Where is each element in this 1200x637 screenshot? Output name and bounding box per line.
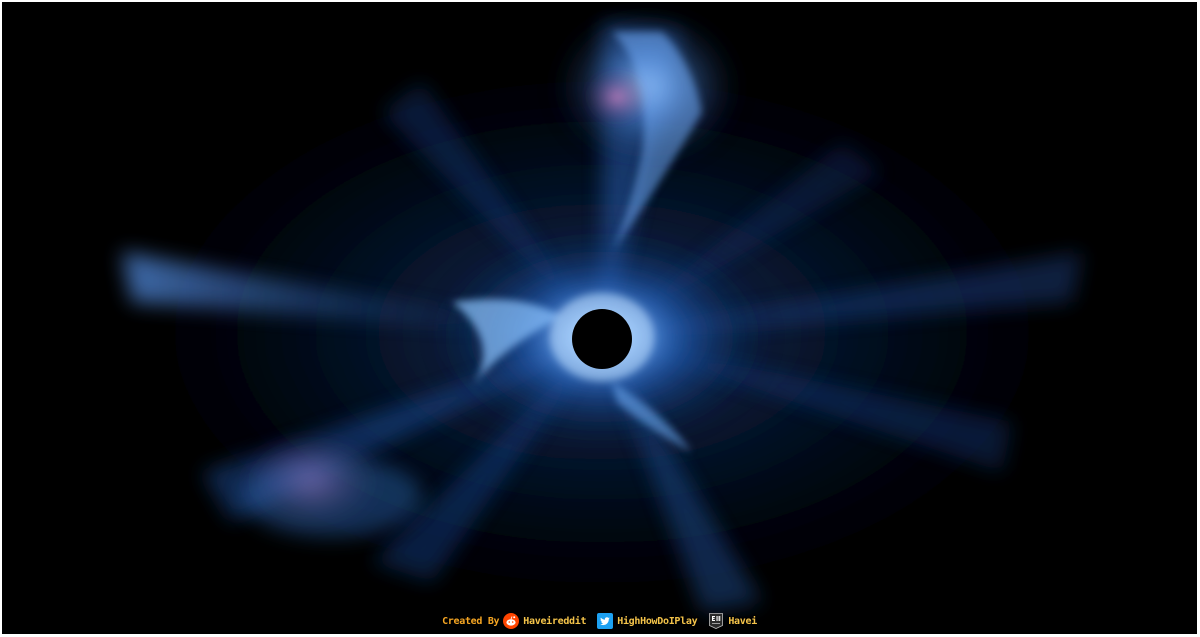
- credits-bar: Created By Haveireddit HighHowDoIPlay Ha…: [2, 610, 1197, 632]
- epic-handle: Havei: [728, 615, 757, 627]
- black-hole: [572, 309, 632, 369]
- game-viewport: Created By Haveireddit HighHowDoIPlay Ha…: [0, 0, 1200, 637]
- black-hole-scene: [2, 2, 1197, 634]
- reddit-icon: [503, 613, 520, 629]
- twitter-icon: [597, 613, 614, 629]
- lower-left-blue-flare: [242, 457, 422, 537]
- epic-games-icon: [708, 613, 724, 629]
- twitter-handle: HighHowDoIPlay: [617, 615, 698, 627]
- created-by-label: Created By: [442, 615, 500, 627]
- reddit-handle: Haveireddit: [523, 615, 587, 627]
